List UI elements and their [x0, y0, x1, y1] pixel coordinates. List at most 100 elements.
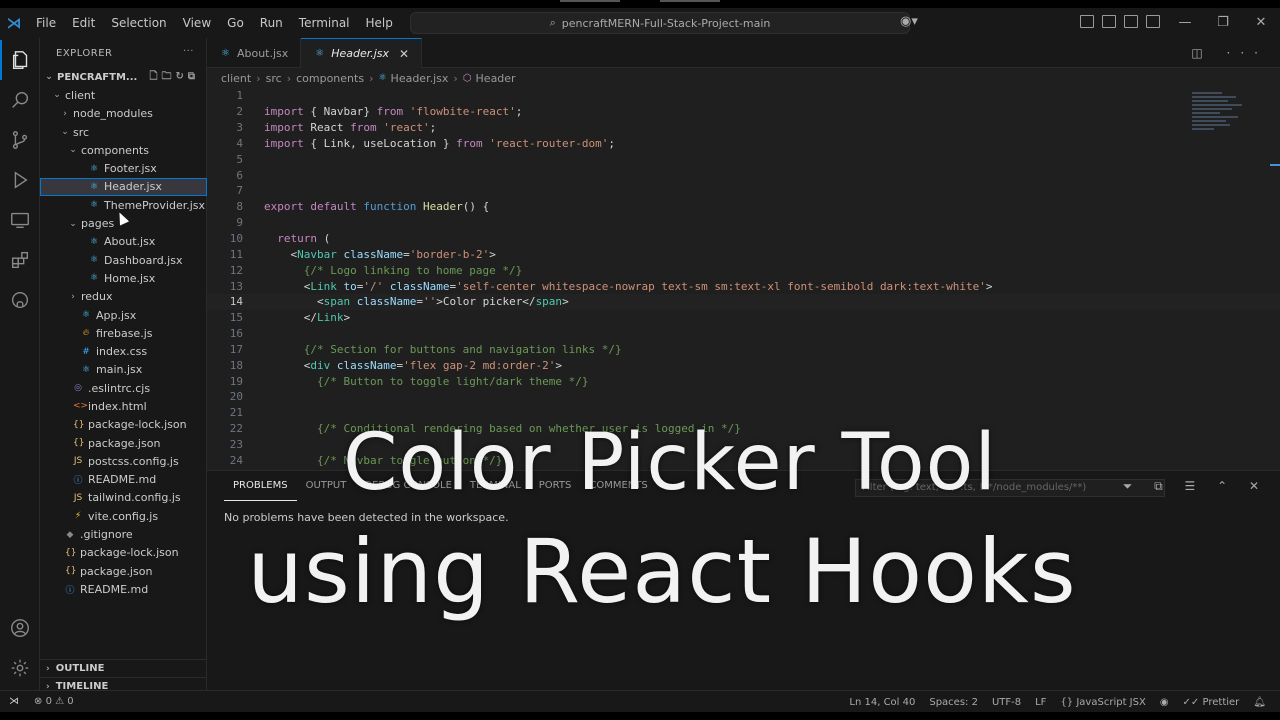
- tab-terminal[interactable]: TERMINAL: [461, 471, 530, 501]
- file-item[interactable]: ⚛ About.jsx: [40, 233, 207, 251]
- code-line[interactable]: 16: [207, 326, 1280, 342]
- code-line[interactable]: 3 import React from 'react';: [207, 120, 1280, 136]
- file-item[interactable]: 🔥︎ firebase.js: [40, 324, 207, 342]
- language-mode[interactable]: {} JavaScript JSX: [1060, 697, 1145, 708]
- code-line[interactable]: 9: [207, 215, 1280, 231]
- remote-icon[interactable]: ⋊: [0, 691, 28, 713]
- code-line[interactable]: 22 {/* Conditional rendering based on wh…: [207, 421, 1280, 437]
- code-line[interactable]: 2 import { Navbar} from 'flowbite-react';: [207, 104, 1280, 120]
- code-line[interactable]: 14 <span className=''>Color picker</span…: [207, 293, 1280, 310]
- file-item[interactable]: {} package.json: [40, 434, 207, 452]
- tab-comments[interactable]: COMMENTS: [580, 471, 656, 501]
- run-debug-icon[interactable]: [0, 160, 40, 200]
- indentation[interactable]: Spaces: 2: [929, 697, 978, 708]
- command-center[interactable]: ⌕ pencraftMERN-Full-Stack-Project-main: [410, 12, 910, 34]
- file-item[interactable]: {} package-lock.json: [40, 416, 207, 434]
- toggle-sidebar-icon[interactable]: [1102, 15, 1116, 28]
- breadcrumb-item[interactable]: src: [266, 72, 282, 85]
- menu-terminal[interactable]: Terminal: [291, 8, 358, 38]
- code-line[interactable]: 5: [207, 151, 1280, 167]
- encoding[interactable]: UTF-8: [992, 697, 1021, 708]
- folder-item[interactable]: ⌄ src: [40, 123, 207, 141]
- github-icon[interactable]: [0, 280, 40, 320]
- file-item[interactable]: {} package.json: [40, 562, 207, 580]
- file-item[interactable]: <> index.html: [40, 397, 207, 415]
- panel-controls[interactable]: ⏷ ⧉ ☰ ⌃ ✕: [1123, 479, 1268, 494]
- problems-count[interactable]: ⊗ 0 ⚠ 0: [34, 696, 74, 707]
- toggle-panel-icon[interactable]: [1124, 15, 1138, 28]
- breadcrumb-item[interactable]: Header: [476, 72, 516, 85]
- menu-go[interactable]: Go: [219, 8, 252, 38]
- code-line[interactable]: 23: [207, 437, 1280, 453]
- copilot-icon[interactable]: ◉▾: [900, 14, 918, 29]
- split-editor-icon[interactable]: ◫ ···: [1191, 46, 1268, 60]
- file-item[interactable]: ⚛ Home.jsx: [40, 269, 207, 287]
- copilot-status-icon[interactable]: ◉: [1160, 697, 1169, 708]
- code-line[interactable]: 13 <Link to='/' className='self-center w…: [207, 278, 1280, 294]
- explorer-icon[interactable]: [0, 40, 40, 80]
- folder-item[interactable]: ⌄ components: [40, 141, 207, 159]
- remote-explorer-icon[interactable]: [0, 200, 40, 240]
- breadcrumb-item[interactable]: Header.jsx: [391, 72, 449, 85]
- code-line[interactable]: 19 {/* Button to toggle light/dark theme…: [207, 373, 1280, 389]
- code-line[interactable]: 15 </Link>: [207, 310, 1280, 326]
- file-item[interactable]: JS postcss.config.js: [40, 452, 207, 470]
- folder-item[interactable]: ⌄ client: [40, 86, 207, 104]
- source-control-icon[interactable]: [0, 120, 40, 160]
- file-item[interactable]: ⚛ Dashboard.jsx: [40, 251, 207, 269]
- code-line[interactable]: 12 {/* Logo linking to home page */}: [207, 262, 1280, 278]
- workspace-root[interactable]: ⌄ PENCRAFTM... 🗋🗀↻⧉: [40, 68, 207, 86]
- tab-debug-console[interactable]: DEBUG CONSOLE: [355, 471, 461, 501]
- outline-section[interactable]: › OUTLINE: [40, 659, 207, 677]
- search-view-icon[interactable]: [0, 80, 40, 120]
- file-item[interactable]: # index.css: [40, 342, 207, 360]
- code-line[interactable]: 18 <div className='flex gap-2 md:order-2…: [207, 357, 1280, 373]
- code-line[interactable]: 1: [207, 88, 1280, 104]
- file-item[interactable]: ⚛ Footer.jsx: [40, 159, 207, 177]
- folder-item[interactable]: › node_modules: [40, 105, 207, 123]
- tab-about[interactable]: ⚛ About.jsx: [207, 38, 302, 68]
- code-line[interactable]: 10 return (: [207, 231, 1280, 247]
- tab-output[interactable]: OUTPUT: [297, 471, 356, 501]
- more-actions-icon[interactable]: ···: [183, 46, 194, 57]
- accounts-icon[interactable]: [0, 608, 40, 648]
- extensions-icon[interactable]: [0, 240, 40, 280]
- problems-filter-input[interactable]: Filter (e.g. text, **/*.ts, !**/node_mod…: [855, 479, 1165, 497]
- file-item[interactable]: ◎ .eslintrc.cjs: [40, 379, 207, 397]
- notifications-bell-icon[interactable]: 🔔︎: [1253, 697, 1266, 708]
- tab-ports[interactable]: PORTS: [530, 471, 581, 501]
- file-item[interactable]: JS tailwind.config.js: [40, 489, 207, 507]
- toggle-secondary-sidebar-icon[interactable]: [1146, 15, 1160, 28]
- close-tab-icon[interactable]: ✕: [399, 47, 409, 61]
- code-line[interactable]: 6: [207, 167, 1280, 183]
- formatter-status[interactable]: ✓✓ Prettier: [1183, 697, 1240, 708]
- file-item[interactable]: ⚛ Header.jsx: [40, 177, 207, 197]
- file-item[interactable]: {} package-lock.json: [40, 544, 207, 562]
- menu-file[interactable]: File: [28, 8, 64, 38]
- menu-view[interactable]: View: [175, 8, 219, 38]
- minimize-button[interactable]: —: [1166, 8, 1204, 38]
- code-editor[interactable]: 1 2 import { Navbar} from 'flowbite-react'…: [207, 88, 1280, 468]
- menu-edit[interactable]: Edit: [64, 8, 103, 38]
- code-line[interactable]: 24 {/* Navbar toggle button */}: [207, 452, 1280, 468]
- tab-header[interactable]: ⚛ Header.jsx ✕: [301, 38, 423, 68]
- menu-selection[interactable]: Selection: [103, 8, 174, 38]
- code-line[interactable]: 11 <Navbar className='border-b-2'>: [207, 246, 1280, 262]
- menu-run[interactable]: Run: [252, 8, 291, 38]
- maximize-button[interactable]: ❐: [1204, 8, 1242, 38]
- breadcrumb-item[interactable]: components: [296, 72, 364, 85]
- code-line[interactable]: 8 export default function Header() {: [207, 199, 1280, 215]
- folder-item[interactable]: › redux: [40, 288, 207, 306]
- file-item[interactable]: ⚛ main.jsx: [40, 361, 207, 379]
- manage-gear-icon[interactable]: [0, 648, 40, 688]
- file-item[interactable]: ⓘ README.md: [40, 471, 207, 489]
- end-of-line[interactable]: LF: [1035, 697, 1046, 708]
- breadcrumb-item[interactable]: client: [221, 72, 251, 85]
- code-line[interactable]: 4 import { Link, useLocation } from 'reac…: [207, 136, 1280, 152]
- cursor-position[interactable]: Ln 14, Col 40: [849, 697, 915, 708]
- minimap[interactable]: [1192, 92, 1248, 142]
- file-item[interactable]: ⓘ README.md: [40, 580, 207, 598]
- code-line[interactable]: 20: [207, 389, 1280, 405]
- file-item[interactable]: ⚡ vite.config.js: [40, 507, 207, 525]
- tab-problems[interactable]: PROBLEMS: [224, 471, 297, 501]
